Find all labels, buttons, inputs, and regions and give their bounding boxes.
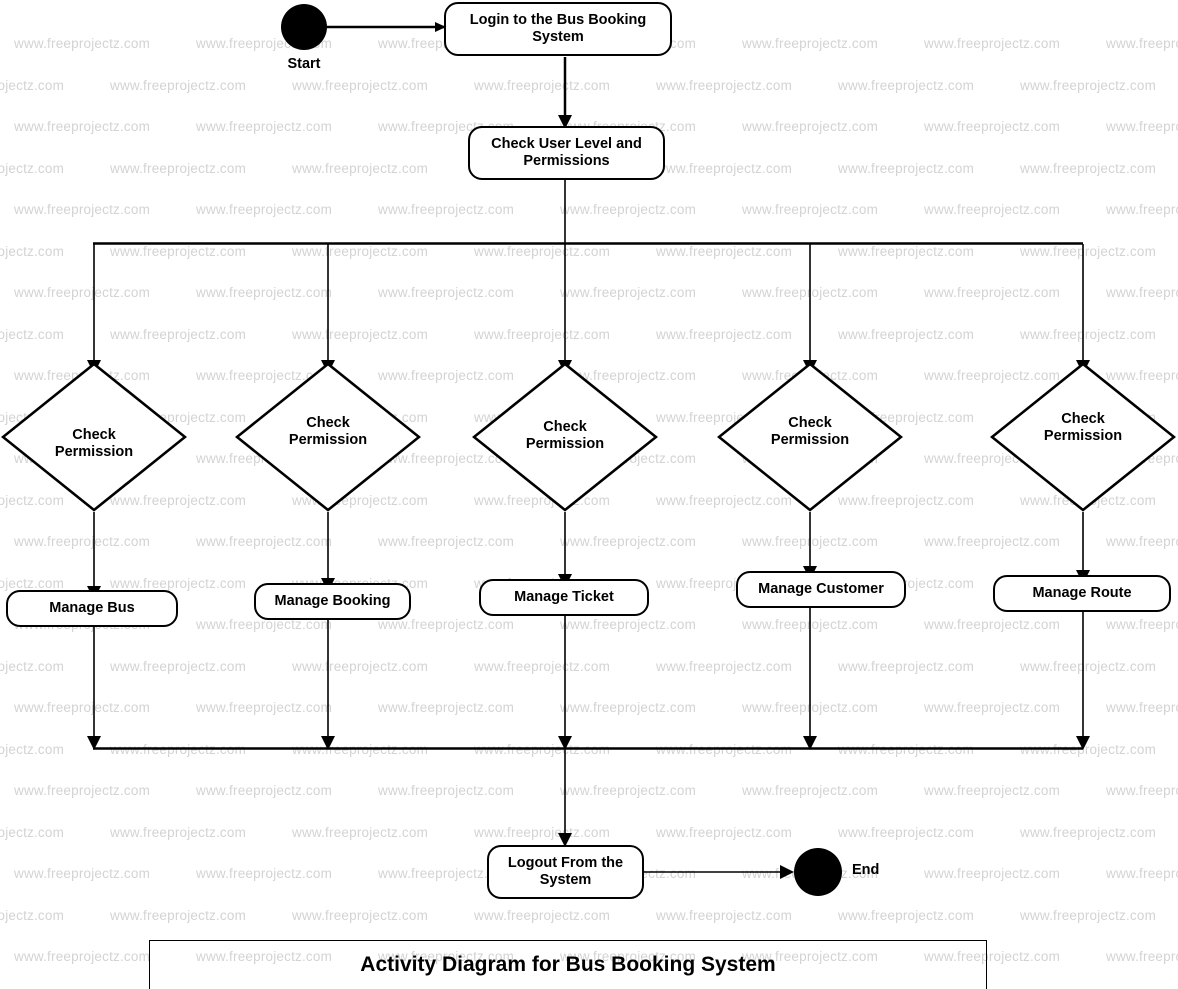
end-label: End [852,862,880,878]
activity-manage-route[interactable]: Manage Route [993,575,1171,612]
activity-check-user-level[interactable]: Check User Level and Permissions [468,126,665,180]
decision-check-permission-route[interactable] [990,362,1176,512]
start-label: Start [287,56,321,72]
decision-check-permission-booking[interactable] [235,362,421,512]
activity-manage-bus[interactable]: Manage Bus [6,590,178,627]
diagram-title-frame: Activity Diagram for Bus Booking System [149,940,987,989]
decision-check-permission-ticket[interactable] [472,362,658,512]
activity-manage-customer[interactable]: Manage Customer [736,571,906,608]
end-node [794,848,842,896]
start-node [281,4,327,50]
page-title: Activity Diagram for Bus Booking System [360,953,776,976]
diagram-layer: Start Login to the Bus Booking System Ch… [0,0,1178,989]
decision-check-permission-customer[interactable] [717,362,903,512]
activity-login[interactable]: Login to the Bus Booking System [444,2,672,56]
activity-manage-booking[interactable]: Manage Booking [254,583,411,620]
activity-diagram-canvas: www.freeprojectz.com www.freeprojectz.com… [0,0,1178,989]
activity-logout[interactable]: Logout From the System [487,845,644,899]
activity-manage-ticket[interactable]: Manage Ticket [479,579,649,616]
decision-check-permission-bus[interactable] [1,362,187,512]
